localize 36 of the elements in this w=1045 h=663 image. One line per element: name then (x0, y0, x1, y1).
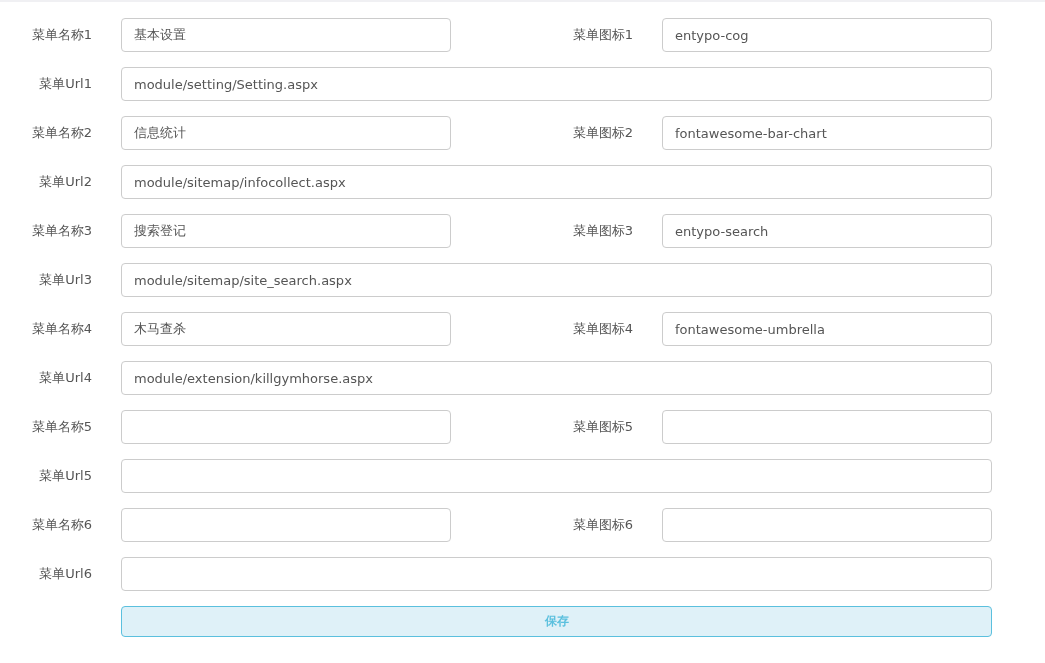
field-label: 菜单图标6 (571, 516, 633, 534)
input-field[interactable] (662, 410, 992, 444)
input-field[interactable] (662, 508, 992, 542)
input-field[interactable] (121, 557, 992, 591)
field-label: 菜单名称2 (30, 124, 92, 142)
input-field[interactable]: 木马查杀 (121, 312, 451, 346)
field-label: 菜单名称3 (30, 222, 92, 240)
field-label: 菜单图标2 (571, 124, 633, 142)
input-field[interactable]: fontawesome-umbrella (662, 312, 992, 346)
input-field[interactable]: entypo-cog (662, 18, 992, 52)
input-field[interactable]: module/setting/Setting.aspx (121, 67, 992, 101)
field-label: 菜单名称1 (30, 26, 92, 44)
input-field[interactable] (121, 459, 992, 493)
input-field[interactable]: 搜索登记 (121, 214, 451, 248)
input-field[interactable] (121, 508, 451, 542)
input-field[interactable]: 基本设置 (121, 18, 451, 52)
field-label: 菜单名称4 (30, 320, 92, 338)
input-field[interactable]: module/extension/killgymhorse.aspx (121, 361, 992, 395)
field-label: 菜单图标1 (571, 26, 633, 44)
field-label: 菜单Url3 (38, 271, 92, 289)
input-field[interactable]: fontawesome-bar-chart (662, 116, 992, 150)
field-label: 菜单图标3 (571, 222, 633, 240)
field-label: 菜单图标4 (571, 320, 633, 338)
field-label: 菜单Url2 (38, 173, 92, 191)
field-label: 菜单名称5 (30, 418, 92, 436)
field-label: 菜单名称6 (30, 516, 92, 534)
input-field[interactable]: 信息统计 (121, 116, 451, 150)
field-label: 菜单Url5 (38, 467, 92, 485)
input-field[interactable]: module/sitemap/site_search.aspx (121, 263, 992, 297)
input-field[interactable]: module/sitemap/infocollect.aspx (121, 165, 992, 199)
field-label: 菜单Url1 (38, 75, 92, 93)
input-field[interactable] (121, 410, 451, 444)
field-label: 菜单Url4 (38, 369, 92, 387)
field-label: 菜单Url6 (38, 565, 92, 583)
field-label: 菜单图标5 (571, 418, 633, 436)
input-field[interactable]: entypo-search (662, 214, 992, 248)
